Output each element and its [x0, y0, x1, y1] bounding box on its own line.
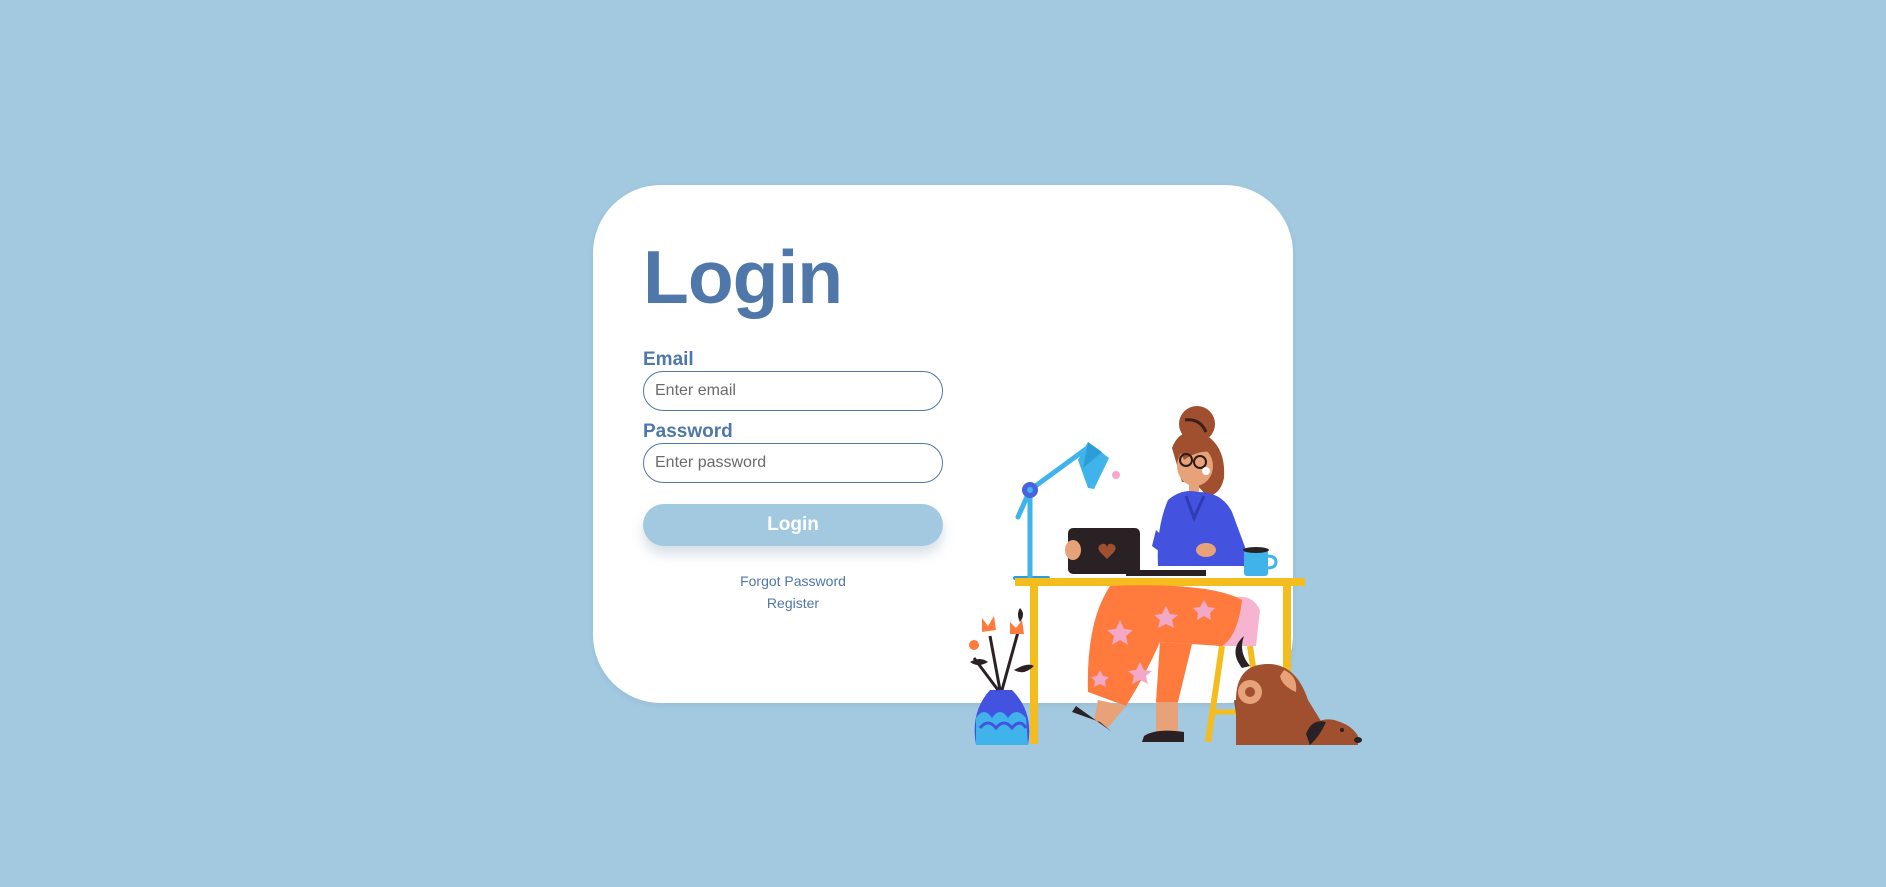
- register-link[interactable]: Register: [643, 592, 943, 614]
- forgot-password-link[interactable]: Forgot Password: [643, 570, 943, 592]
- woman-figure: [1152, 406, 1252, 566]
- login-form: Login Email Password Login Forgot Passwo…: [643, 235, 943, 614]
- password-input[interactable]: [643, 443, 943, 483]
- dog: [1235, 636, 1362, 745]
- login-button[interactable]: Login: [643, 504, 943, 546]
- password-label: Password: [643, 421, 733, 442]
- woman-at-desk-illustration: [969, 406, 1362, 745]
- email-label: Email: [643, 349, 694, 370]
- flower-vase: [969, 608, 1034, 745]
- auth-links: Forgot Password Register: [643, 570, 943, 614]
- email-input[interactable]: [643, 371, 943, 411]
- mug: [1243, 547, 1278, 576]
- page-title: Login: [643, 235, 843, 319]
